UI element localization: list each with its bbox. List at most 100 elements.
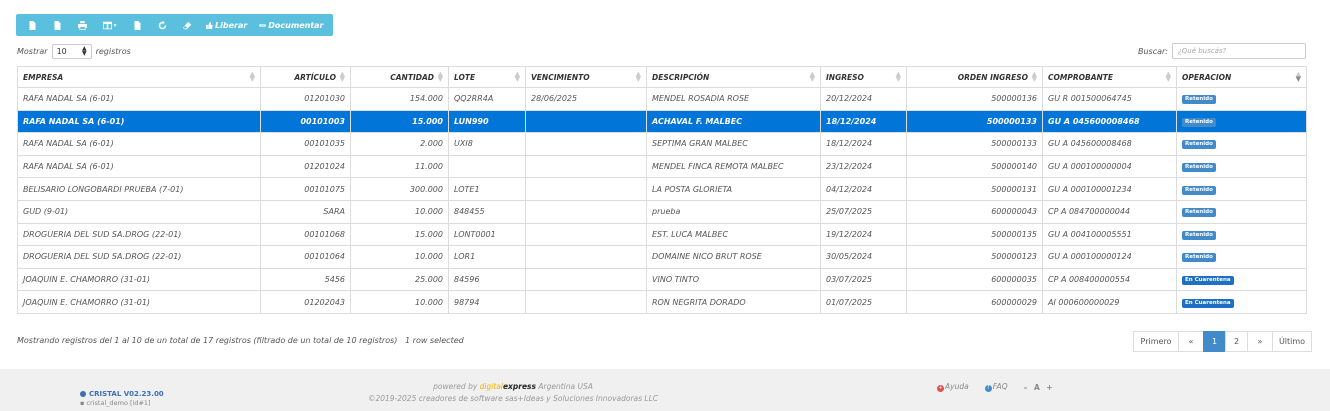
- cell-cantidad: 10.000: [350, 245, 449, 269]
- column-header[interactable]: VENCIMIENTO ▲ ▼: [525, 66, 647, 88]
- documentar-button[interactable]: Documentar: [253, 14, 329, 36]
- export-file-button[interactable]: [125, 14, 150, 36]
- cell-orden: 600000029: [906, 290, 1043, 314]
- cell-operacion: Retenido: [1176, 132, 1307, 156]
- cell-articulo: 5456: [260, 267, 351, 292]
- cell-orden: 500000131: [906, 177, 1043, 201]
- cell-empresa: DROGUERIA DEL SUD SA.DROG (22-01): [17, 222, 261, 247]
- table-row[interactable]: DROGUERIA DEL SUD SA.DROG (22-01) 0010106…: [17, 222, 1307, 247]
- status-badge: Retenido: [1182, 140, 1216, 150]
- column-header[interactable]: OPERACION ▲ ▼: [1176, 66, 1307, 88]
- table-row[interactable]: RAFA NADAL SA (6-01) 01201030 154.000 QQ2RR…: [17, 87, 1307, 111]
- page-first-button[interactable]: Primero: [1133, 331, 1179, 352]
- page-prev-button[interactable]: «: [1178, 331, 1204, 352]
- table-row[interactable]: BELISARIO LONGOBARDI PRUEBA (7-01) 001010…: [17, 177, 1307, 201]
- cell-descripcion: ACHAVAL F. MALBEC: [646, 109, 821, 134]
- column-header[interactable]: LOTE ▲ ▼: [448, 66, 526, 88]
- cell-comprobante: CP A 008400000554: [1042, 267, 1177, 292]
- sort-icon: ▲ ▼: [809, 70, 815, 83]
- cell-operacion: Retenido: [1176, 177, 1307, 201]
- column-header-label: OPERACION: [1182, 72, 1232, 82]
- table-row[interactable]: DROGUERIA DEL SUD SA.DROG (22-01) 0010106…: [17, 245, 1307, 269]
- cell-operacion: En Cuarentena: [1176, 267, 1307, 292]
- cell-lote: 84596: [448, 267, 526, 292]
- column-header[interactable]: INGRESO ▲ ▼: [820, 66, 907, 88]
- help-link[interactable]: + Ayuda: [937, 382, 969, 392]
- column-header-label: COMPROBANTE: [1048, 72, 1114, 82]
- column-header[interactable]: DESCRIPCIÓN ▲ ▼: [646, 66, 821, 88]
- cell-descripcion: RON NEGRITA DORADO: [646, 290, 821, 314]
- print-button[interactable]: [70, 14, 95, 36]
- font-size-controls[interactable]: – A +: [1024, 383, 1055, 392]
- cell-articulo: 00101003: [260, 109, 351, 134]
- table-row[interactable]: JOAQUIN E. CHAMORRO (31-01) 01202043 10.00…: [17, 290, 1307, 314]
- cell-ingreso: 25/07/2025: [820, 199, 907, 224]
- print-icon: [78, 20, 87, 30]
- export-file-button[interactable]: [45, 14, 70, 36]
- table-row[interactable]: GUD (9-01) SARA 10.000 848455 prueba 25/07/20…: [17, 199, 1307, 224]
- table-info-text: Mostrando registros del 1 al 10 de un to…: [17, 336, 398, 345]
- data-table: EMPRESA ▲ ▼ ARTÍCULO ▲ ▼ CANTIDAD ▲ ▼ LOTE ▲ ▼ VENCI…: [17, 66, 1307, 314]
- sort-icon: ▲ ▼: [514, 70, 520, 83]
- cell-operacion: En Cuarentena: [1176, 290, 1307, 314]
- cell-lote: LOR1: [448, 245, 526, 269]
- cell-orden: 600000043: [906, 199, 1043, 224]
- page-last-button[interactable]: Último: [1272, 331, 1312, 352]
- column-header[interactable]: ORDEN INGRESO ▲ ▼: [906, 66, 1043, 88]
- cell-articulo: 01201024: [260, 154, 351, 179]
- cell-descripcion: prueba: [646, 199, 821, 224]
- table-row[interactable]: RAFA NADAL SA (6-01) 00101003 15.000 LUN990…: [17, 109, 1307, 134]
- cell-descripcion: MENDEL ROSADIA ROSE: [646, 87, 821, 111]
- refresh-button[interactable]: [150, 14, 175, 36]
- question-icon: ?: [984, 385, 992, 392]
- eraser-icon: [183, 21, 192, 29]
- file-icon: [29, 20, 36, 30]
- cell-articulo: 01202043: [260, 290, 351, 314]
- table-row[interactable]: JOAQUIN E. CHAMORRO (31-01) 5456 25.000 845…: [17, 267, 1307, 292]
- cell-empresa: RAFA NADAL SA (6-01): [17, 154, 261, 179]
- table-row[interactable]: RAFA NADAL SA (6-01) 00101035 2.000 UXI8 SEP…: [17, 132, 1307, 156]
- cell-ingreso: 23/12/2024: [820, 154, 907, 179]
- page-length-value: 10: [56, 46, 67, 56]
- search-input[interactable]: [1172, 43, 1306, 59]
- page-next-button[interactable]: »: [1247, 331, 1273, 352]
- status-badge: Retenido: [1182, 163, 1216, 173]
- page-length-select[interactable]: 10 ▲ ▼: [51, 43, 92, 59]
- status-badge: En Cuarentena: [1182, 298, 1234, 308]
- column-header[interactable]: EMPRESA ▲ ▼: [17, 66, 261, 88]
- sort-icon: ▲ ▼: [339, 70, 345, 83]
- cell-cantidad: 2.000: [350, 132, 449, 156]
- table-info: Mostrando registros del 1 al 10 de un to…: [17, 336, 464, 345]
- search: Buscar:: [1138, 43, 1306, 59]
- faq-link[interactable]: ? FAQ: [984, 382, 1008, 392]
- clear-button[interactable]: [175, 14, 200, 36]
- cell-cantidad: 15.000: [350, 109, 449, 134]
- cell-vencimiento: [525, 109, 647, 134]
- export-file-button[interactable]: [20, 14, 45, 36]
- cell-comprobante: GU A 000100000004: [1042, 154, 1177, 179]
- cell-articulo: 01201030: [260, 87, 351, 111]
- table-row[interactable]: RAFA NADAL SA (6-01) 01201024 11.000 MENDEL…: [17, 154, 1307, 179]
- cell-articulo: 00101064: [260, 245, 351, 269]
- page-1-button[interactable]: 1: [1203, 331, 1226, 352]
- column-header[interactable]: CANTIDAD ▲ ▼: [350, 66, 449, 88]
- cell-descripcion: DOMAINE NICO BRUT ROSE: [646, 245, 821, 269]
- powered-post: Argentina USA: [535, 382, 593, 391]
- page-2-button[interactable]: 2: [1225, 331, 1248, 352]
- cell-descripcion: MENDEL FINCA REMOTA MALBEC: [646, 154, 821, 179]
- faq-label: FAQ: [992, 382, 1008, 391]
- column-header-label: ARTÍCULO: [294, 72, 336, 82]
- column-header[interactable]: COMPROBANTE ▲ ▼: [1042, 66, 1177, 88]
- cell-descripcion: LA POSTA GLORIETA: [646, 177, 821, 201]
- column-header-label: DESCRIPCIÓN: [652, 72, 710, 82]
- cell-vencimiento: [525, 154, 647, 179]
- cell-articulo: 00101035: [260, 132, 351, 156]
- column-header[interactable]: ARTÍCULO ▲ ▼: [260, 66, 351, 88]
- table-header: EMPRESA ▲ ▼ ARTÍCULO ▲ ▼ CANTIDAD ▲ ▼ LOTE ▲ ▼ VENCI…: [17, 66, 1307, 88]
- cell-vencimiento: [525, 199, 647, 224]
- cell-vencimiento: 28/06/2025: [525, 87, 647, 111]
- liberar-button[interactable]: Liberar: [200, 14, 253, 36]
- status-badge: Retenido: [1182, 95, 1216, 105]
- selection-info: 1 row selected: [405, 336, 464, 345]
- columns-button[interactable]: ▾: [95, 14, 125, 36]
